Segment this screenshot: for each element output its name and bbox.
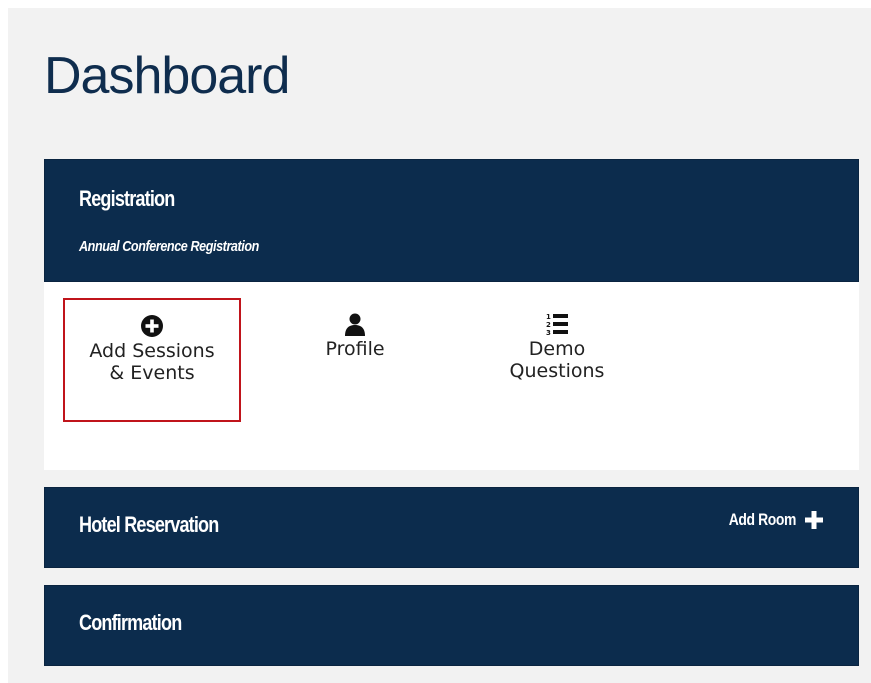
- svg-text:3: 3: [546, 329, 551, 336]
- add-room-button[interactable]: Add Room: [714, 510, 824, 530]
- add-sessions-events-label: Add Sessions & Events: [89, 340, 215, 384]
- plus-circle-icon: [141, 315, 163, 337]
- page: Dashboard Registration Annual Conference…: [0, 0, 871, 683]
- registration-subtitle: Annual Conference Registration: [79, 238, 259, 255]
- add-sessions-events-button[interactable]: Add Sessions & Events: [63, 298, 241, 422]
- registration-panel-header[interactable]: Registration Annual Conference Registrat…: [44, 159, 859, 282]
- demo-questions-label: Demo Questions: [509, 338, 605, 382]
- profile-label: Profile: [325, 338, 385, 360]
- user-icon: [345, 313, 365, 336]
- confirmation-title: Confirmation: [79, 610, 182, 635]
- page-title: Dashboard: [44, 47, 290, 105]
- hotel-reservation-panel-header[interactable]: Hotel Reservation Add Room: [44, 487, 859, 568]
- add-room-label: Add Room: [728, 510, 797, 529]
- registration-panel-body: Add Sessions & Events Profile 1 2 3 Demo…: [44, 282, 859, 470]
- svg-text:2: 2: [546, 321, 551, 329]
- numbered-list-icon: 1 2 3: [546, 313, 568, 336]
- svg-text:1: 1: [546, 313, 551, 321]
- plus-icon: [805, 511, 823, 529]
- profile-button[interactable]: Profile: [266, 298, 444, 422]
- hotel-reservation-title: Hotel Reservation: [79, 512, 219, 537]
- confirmation-panel-header[interactable]: Confirmation: [44, 585, 859, 666]
- registration-title: Registration: [79, 186, 175, 211]
- demo-questions-button[interactable]: 1 2 3 Demo Questions: [468, 298, 646, 422]
